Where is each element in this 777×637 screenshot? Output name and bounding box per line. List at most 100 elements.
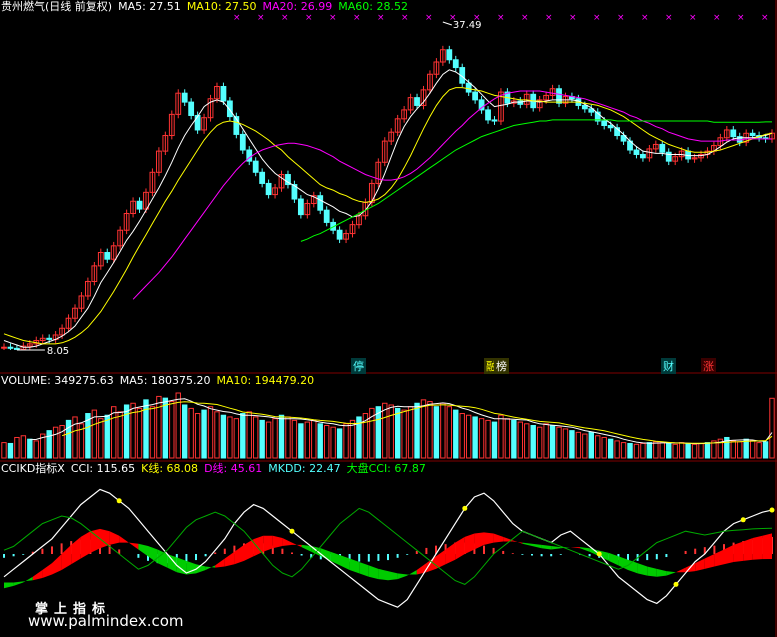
kd-ribbon-segment bbox=[23, 576, 33, 583]
kd-ribbon-segment bbox=[224, 551, 235, 567]
volume-bar bbox=[672, 443, 678, 459]
volume-bar bbox=[666, 442, 672, 459]
volume-bar bbox=[595, 435, 601, 459]
cci-line bbox=[3, 488, 773, 608]
volume-bar bbox=[453, 409, 459, 459]
indicator-name: CCIKD指标X bbox=[1, 462, 65, 475]
volume-bar bbox=[343, 423, 349, 459]
volume-bar bbox=[311, 419, 317, 459]
volume-bar bbox=[536, 426, 543, 459]
marker-x: × bbox=[545, 13, 553, 23]
kd-ribbon-segment bbox=[532, 543, 542, 549]
volume-bar bbox=[27, 438, 33, 459]
volume-bar bbox=[730, 440, 736, 459]
event-tag-financial[interactable]: 财 bbox=[661, 358, 676, 374]
candle-body bbox=[446, 49, 453, 61]
indicator-panel-header: CCIKD指标X CCI: 115.65 K线: 68.08 D线: 45.61 MKD… bbox=[1, 463, 432, 475]
signal-dot bbox=[596, 551, 602, 557]
kd-ribbon-segment bbox=[752, 535, 763, 560]
volume-bar bbox=[20, 435, 27, 459]
candle-body bbox=[323, 209, 330, 223]
volume-bar bbox=[98, 418, 104, 459]
volume-bar bbox=[220, 414, 227, 459]
candle-body bbox=[749, 132, 756, 137]
volume-bar bbox=[7, 442, 14, 459]
volume-bar bbox=[265, 421, 272, 459]
candle-body bbox=[220, 86, 227, 102]
kd-ribbon-segment bbox=[445, 542, 456, 565]
candle-body bbox=[491, 119, 498, 122]
marker-x: × bbox=[497, 13, 505, 23]
signal-dot bbox=[289, 528, 295, 534]
candle-body bbox=[297, 198, 304, 216]
stock-chart: × × × × × × × × × × × × × × × × × × × × × × ×37.498.05 bbox=[0, 0, 777, 637]
kd-ribbon-segment bbox=[474, 532, 484, 550]
volume-bar bbox=[543, 423, 549, 459]
signal-dot bbox=[462, 505, 468, 511]
volume-bar bbox=[478, 418, 485, 459]
volume-bar bbox=[227, 416, 233, 459]
marker-x: × bbox=[569, 13, 577, 23]
volume-bar bbox=[72, 416, 78, 459]
low-annotation: 8.05 bbox=[47, 346, 69, 357]
ma5-label: MA5: 27.51 bbox=[118, 0, 181, 13]
volume-bar bbox=[1, 442, 7, 459]
event-tag-ranking[interactable]: 榜 bbox=[494, 358, 509, 374]
candle-body bbox=[414, 97, 420, 106]
volume-bar bbox=[575, 431, 582, 459]
event-tag-limit-up[interactable]: 涨 bbox=[701, 358, 716, 374]
high-annotation: 37.49 bbox=[453, 20, 482, 31]
volume-bar bbox=[756, 442, 762, 459]
volume-bar bbox=[549, 425, 556, 459]
kd-ribbon-segment bbox=[32, 569, 43, 581]
volume-bar bbox=[530, 425, 536, 459]
volume-bar bbox=[485, 419, 491, 459]
volume-bar bbox=[704, 442, 711, 459]
volume-bar bbox=[123, 404, 130, 459]
volume-bar bbox=[601, 436, 607, 459]
ma-line-ma5 bbox=[3, 69, 773, 348]
kd-ribbon-segment bbox=[13, 581, 24, 586]
volume-bar bbox=[620, 442, 627, 459]
volume-bar bbox=[104, 414, 110, 459]
volume-bar bbox=[433, 406, 440, 459]
kd-ribbon-segment bbox=[733, 541, 744, 562]
kd-ribbon-segment bbox=[61, 544, 72, 570]
event-tag-halt[interactable]: 停 bbox=[351, 358, 366, 374]
volume-bar bbox=[401, 409, 407, 459]
marker-x: × bbox=[329, 13, 337, 23]
candle-body bbox=[226, 100, 233, 118]
signal-dot bbox=[769, 507, 775, 513]
volume-bar bbox=[304, 421, 311, 459]
volume-bar bbox=[33, 440, 39, 459]
mkdd-label: MKDD: 22.47 bbox=[268, 462, 341, 475]
volume-bar bbox=[149, 406, 156, 459]
kd-ribbon-segment bbox=[512, 540, 523, 544]
volume-bar bbox=[117, 411, 123, 459]
kd-ribbon-segment bbox=[503, 536, 513, 542]
kd-ribbon-segment bbox=[215, 558, 225, 568]
kd-ribbon-segment bbox=[368, 565, 379, 580]
marker-x: × bbox=[641, 13, 649, 23]
volume-bar bbox=[698, 442, 704, 459]
kd-ribbon-segment bbox=[272, 535, 283, 549]
kd-ribbon-segment bbox=[244, 539, 254, 561]
volume-bar bbox=[491, 421, 498, 459]
volume-bar bbox=[201, 409, 207, 459]
kd-ribbon-segment bbox=[666, 571, 676, 576]
kd-ribbon-segment bbox=[109, 531, 120, 545]
signal-dot bbox=[116, 498, 122, 504]
volume-bar bbox=[440, 402, 446, 459]
marker-x: × bbox=[281, 13, 289, 23]
kd-ribbon-segment bbox=[484, 532, 494, 545]
volume-bar bbox=[382, 402, 388, 459]
volume-bar bbox=[472, 416, 478, 459]
marker-x: × bbox=[689, 13, 697, 23]
kd-ribbon-segment bbox=[340, 555, 350, 570]
candle-body bbox=[607, 125, 614, 129]
marker-x: × bbox=[305, 13, 313, 23]
kd-ribbon-segment bbox=[743, 538, 753, 561]
candle-body bbox=[452, 59, 459, 69]
volume-bar bbox=[582, 433, 588, 459]
volume-bar bbox=[136, 407, 143, 459]
